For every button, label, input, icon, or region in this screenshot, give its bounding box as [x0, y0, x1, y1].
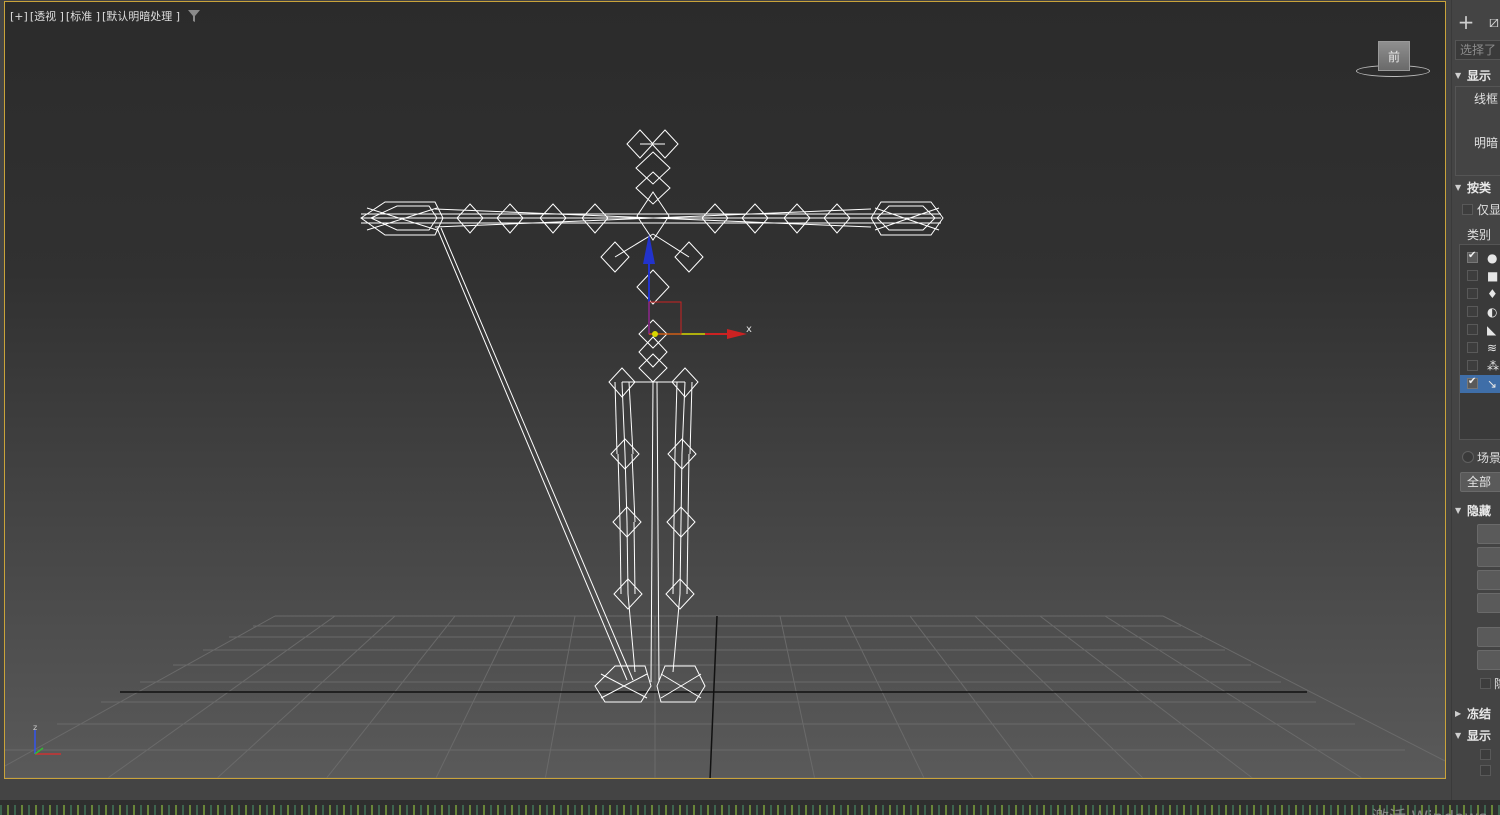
display-properties-rollout-header[interactable]: ▼ 显示: [1455, 725, 1500, 745]
category-row-geometry[interactable]: ●: [1460, 249, 1500, 267]
timeline-track-bar[interactable]: 激活 Windows: [0, 800, 1500, 815]
hide-checkbox-label: 隐: [1494, 675, 1500, 692]
viewport-mode-menu[interactable]: [标准 ]: [66, 8, 100, 24]
hide-by-category-rollout-header[interactable]: ▼ 按类: [1455, 177, 1500, 197]
unhide-all-button[interactable]: [1477, 627, 1500, 647]
camera-icon: ◐: [1487, 305, 1498, 319]
hide-rollout-header[interactable]: ▼ 隐藏: [1455, 500, 1500, 520]
rollout-title: 隐藏: [1467, 503, 1492, 518]
collapse-triangle-icon: ▼: [1455, 505, 1462, 515]
category-checkbox[interactable]: [1467, 270, 1478, 281]
hide-selected-button[interactable]: [1477, 524, 1500, 544]
display-color-rollout-header[interactable]: ▼ 显示: [1455, 65, 1500, 85]
category-checkbox[interactable]: [1467, 342, 1478, 353]
category-row-lights[interactable]: ♦: [1460, 285, 1500, 303]
freeze-rollout-header[interactable]: ▶ 冻结: [1455, 703, 1500, 723]
category-checkbox[interactable]: [1467, 288, 1478, 299]
hide-by-name-button[interactable]: [1477, 570, 1500, 590]
viewcube-face-front[interactable]: 前: [1378, 41, 1410, 71]
command-panel-tabs: + ⧄: [1452, 4, 1500, 36]
geometry-sphere-icon: ●: [1487, 251, 1498, 265]
category-row-bones[interactable]: ↘: [1460, 375, 1500, 393]
collapse-triangle-icon: ▼: [1455, 182, 1462, 192]
tripod-z-label: z: [33, 723, 37, 732]
light-icon: ♦: [1487, 287, 1498, 301]
category-row-cameras[interactable]: ◐: [1460, 303, 1500, 321]
hide-unselected-button[interactable]: [1477, 547, 1500, 567]
collapse-triangle-icon: ▼: [1455, 70, 1462, 80]
category-row-helpers[interactable]: ◣: [1460, 321, 1500, 339]
grid-axes: [120, 615, 1307, 778]
timeline-ticks: [0, 805, 1500, 815]
wireframe-label: 线框: [1474, 92, 1499, 106]
hide-by-hit-button[interactable]: [1477, 593, 1500, 613]
shaded-label: 明暗: [1474, 136, 1499, 150]
scene-radio[interactable]: [1462, 451, 1474, 463]
transform-gizmo: [643, 234, 747, 339]
viewport-plus-menu[interactable]: [+]: [10, 10, 28, 23]
display-prop-checkbox-2[interactable]: [1480, 765, 1491, 776]
all-button[interactable]: 全部: [1460, 472, 1500, 492]
category-list[interactable]: ● ■ ♦ ◐ ◣ ≋ ⁂ ↘: [1459, 244, 1500, 440]
filter-icon[interactable]: [188, 10, 201, 22]
rollout-title: 显示: [1467, 728, 1492, 743]
category-row-particles[interactable]: ⁂: [1460, 357, 1500, 375]
bone-icon: ↘: [1487, 377, 1498, 391]
windows-activation-watermark: 激活 Windows: [1372, 803, 1487, 815]
shape-icon: ■: [1487, 269, 1499, 283]
spacewarp-icon: ≋: [1487, 341, 1498, 355]
category-checkbox[interactable]: [1467, 306, 1478, 317]
hide-frozen-checkbox[interactable]: [1480, 678, 1491, 689]
selection-name-field[interactable]: 选择了: [1455, 40, 1500, 60]
viewport-shading-menu[interactable]: [默认明暗处理 ]: [102, 8, 180, 24]
display-prop-checkbox-1[interactable]: [1480, 749, 1491, 760]
scene-canvas[interactable]: [5, 2, 1446, 779]
axis-tripod-icon: z: [33, 723, 61, 755]
home-grid: [5, 615, 1445, 778]
category-checkbox[interactable]: [1467, 250, 1478, 263]
category-checkbox[interactable]: [1467, 324, 1478, 335]
collapse-triangle-icon: ▼: [1455, 730, 1462, 740]
rollout-title: 显示: [1467, 68, 1492, 83]
scene-label: 场景: [1477, 451, 1500, 465]
create-tab-plus-icon[interactable]: +: [1454, 10, 1478, 34]
command-panel: + ⧄ 选择了 ▼ 显示 线框 明暗 ▼ 按类 仅显 类别 ● ■ ♦ ◐: [1451, 0, 1500, 800]
expand-triangle-icon: ▶: [1455, 708, 1462, 718]
modify-tab-icon[interactable]: ⧄: [1482, 10, 1500, 34]
unhide-by-name-button[interactable]: [1477, 650, 1500, 670]
viewport-label-menu[interactable]: [+] [透视 ] [标准 ] [默认明暗处理 ]: [10, 8, 201, 24]
perspective-viewport[interactable]: [+] [透视 ] [标准 ] [默认明暗处理 ] x 前 z: [4, 1, 1446, 779]
rollout-title: 冻结: [1467, 706, 1492, 721]
helper-icon: ◣: [1487, 323, 1497, 337]
only-show-checkbox[interactable]: [1462, 204, 1473, 215]
viewcube[interactable]: 前: [1350, 37, 1435, 82]
particle-icon: ⁂: [1487, 359, 1499, 373]
gizmo-x-label: x: [746, 324, 752, 335]
only-show-label: 仅显: [1477, 203, 1500, 217]
category-row-shapes[interactable]: ■: [1460, 267, 1500, 285]
viewport-view-menu[interactable]: [透视 ]: [30, 8, 64, 24]
category-checkbox[interactable]: [1467, 376, 1478, 389]
category-column-header: 类别: [1467, 228, 1492, 242]
category-row-spacewarps[interactable]: ≋: [1460, 339, 1500, 357]
rollout-title: 按类: [1467, 180, 1492, 195]
category-checkbox[interactable]: [1467, 360, 1478, 371]
